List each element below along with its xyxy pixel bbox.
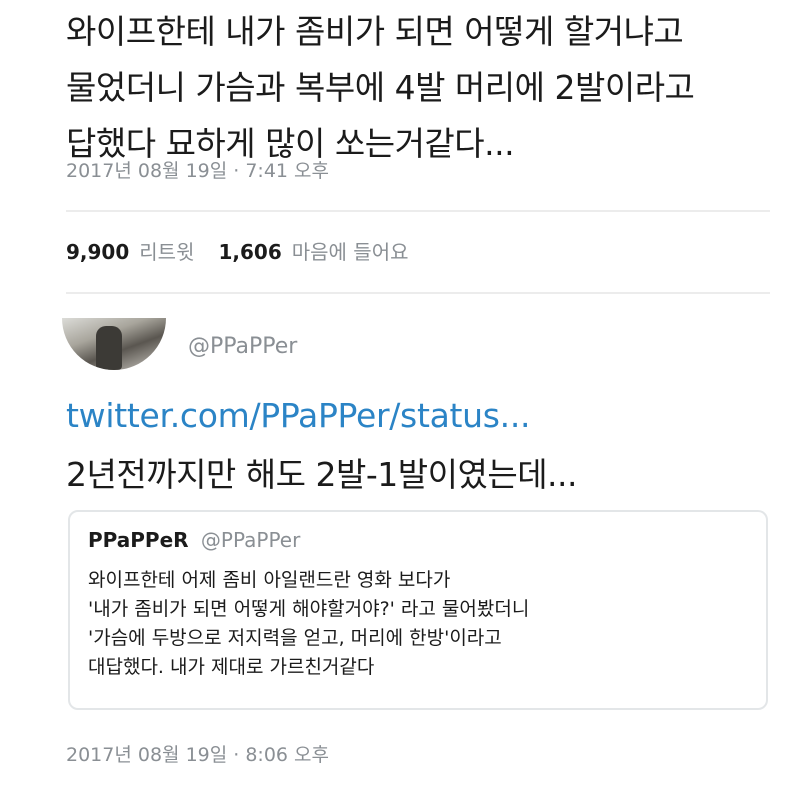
like-label[interactable]: 마음에 들어요 — [292, 236, 409, 265]
retweet-label[interactable]: 리트윗 — [139, 236, 194, 265]
quoted-handle: @PPaPPer — [200, 528, 301, 552]
quoted-line: 와이프한테 어제 좀비 아일랜드란 영화 보다가 — [88, 569, 451, 591]
quoted-display-name: PPaPPeR — [88, 528, 189, 552]
divider — [66, 292, 770, 294]
quoted-line: 대답했다. 내가 제대로 가르친거같다 — [88, 656, 375, 678]
tweet-line: 물었더니 가슴과 복부에 4발 머리에 2발이라고 — [66, 68, 695, 107]
quoted-tweet-text: 와이프한테 어제 좀비 아일랜드란 영화 보다가 '내가 좀비가 되면 어떻게 … — [88, 566, 748, 682]
avatar-figure — [96, 326, 122, 370]
engagement-stats: 9,900 리트윗 1,606 마음에 들어요 — [66, 236, 423, 265]
avatar[interactable] — [62, 318, 166, 370]
quoted-line: '가슴에 두방으로 저지력을 얻고, 머리에 한방'이라고 — [88, 627, 502, 649]
retweet-count[interactable]: 9,900 — [66, 240, 129, 264]
tweet-text: 와이프한테 내가 좀비가 되면 어떻게 할거냐고 물었더니 가슴과 복부에 4발… — [66, 4, 786, 172]
quoted-tweet-header: PPaPPeR @PPaPPer — [88, 528, 300, 552]
divider — [66, 210, 770, 212]
like-count[interactable]: 1,606 — [218, 240, 281, 264]
status-link[interactable]: twitter.com/PPaPPer/status... — [66, 396, 531, 435]
reply-text: 2년전까지만 해도 2발-1발이였는데... — [66, 455, 578, 494]
reply-handle[interactable]: @PPaPPer — [188, 334, 297, 359]
tweet-line: 와이프한테 내가 좀비가 되면 어떻게 할거냐고 — [66, 12, 684, 51]
tweet-timestamp[interactable]: 2017년 08월 19일 · 7:41 오후 — [66, 156, 329, 183]
quoted-tweet-card[interactable]: PPaPPeR @PPaPPer 와이프한테 어제 좀비 아일랜드란 영화 보다… — [68, 510, 768, 710]
reply-timestamp[interactable]: 2017년 08월 19일 · 8:06 오후 — [66, 740, 329, 767]
quoted-line: '내가 좀비가 되면 어떻게 해야할거야?' 라고 물어봤더니 — [88, 598, 530, 620]
